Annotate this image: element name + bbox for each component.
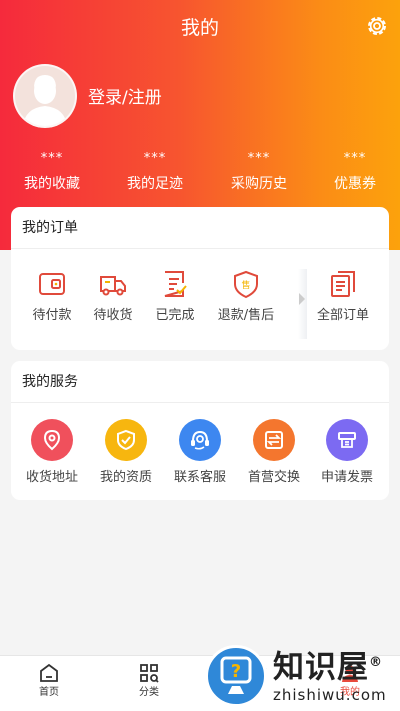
service-label: 申请发票 xyxy=(320,470,373,485)
exchange-icon xyxy=(253,419,295,461)
services-card: 我的服务 收货地址 我的资质 联系客服 首营交换 申请发票 xyxy=(11,361,389,500)
order-completed[interactable]: 已完成 xyxy=(145,269,205,324)
shield-after-sale-icon: 售 xyxy=(234,270,258,299)
shield-check-icon xyxy=(105,419,147,461)
service-first-exchange[interactable]: 首营交换 xyxy=(234,419,314,486)
service-apply-invoice[interactable]: 申请发票 xyxy=(307,419,387,486)
tab-label: 分类 xyxy=(139,687,159,698)
order-label: 退款/售后 xyxy=(217,308,275,323)
checklist-icon xyxy=(164,271,187,297)
service-label: 首营交换 xyxy=(247,470,300,485)
stat-purchase-history[interactable]: *** 采购历史 xyxy=(209,152,309,194)
avatar[interactable] xyxy=(13,64,77,128)
watermark-url: zhishiwu.com xyxy=(273,686,387,704)
order-pending-payment[interactable]: 待付款 xyxy=(22,269,82,324)
all-orders-label: 全部订单 xyxy=(316,308,369,323)
services-title: 我的服务 xyxy=(11,361,389,403)
service-label: 联系客服 xyxy=(173,470,226,485)
tab-home[interactable]: 首页 xyxy=(19,662,79,699)
orders-card: 我的订单 待付款 待收货 已完成 售 退款/售后 全部订单 xyxy=(11,207,389,350)
stat-favorites[interactable]: *** 我的收藏 xyxy=(2,152,102,194)
default-avatar-icon xyxy=(23,75,67,126)
page-title: 我的 xyxy=(180,17,219,39)
invoice-icon xyxy=(326,419,368,461)
stat-value: *** xyxy=(343,151,367,166)
service-label: 收货地址 xyxy=(25,470,78,485)
login-register-link[interactable]: 登录/注册 xyxy=(88,88,162,108)
stat-coupons[interactable]: *** 优惠券 xyxy=(305,152,400,194)
service-qualifications[interactable]: 我的资质 xyxy=(86,419,166,486)
all-orders-button[interactable]: 全部订单 xyxy=(313,269,373,324)
order-label: 已完成 xyxy=(155,308,195,323)
stat-value: *** xyxy=(143,151,167,166)
watermark-title: 知识屋® xyxy=(273,649,383,686)
location-pin-icon xyxy=(31,419,73,461)
watermark-logo: ? xyxy=(205,645,267,707)
stat-label: 我的足迹 xyxy=(127,176,183,192)
category-grid-icon xyxy=(140,664,159,683)
tab-category[interactable]: 分类 xyxy=(119,662,179,699)
truck-icon xyxy=(100,276,126,296)
stat-footprints[interactable]: *** 我的足迹 xyxy=(105,152,205,194)
stat-value: *** xyxy=(247,151,271,166)
service-shipping-address[interactable]: 收货地址 xyxy=(12,419,92,486)
order-label: 待收货 xyxy=(93,308,133,323)
svg-text:?: ? xyxy=(231,661,241,682)
watermark: ? 知识屋® zhishiwu.com xyxy=(200,642,400,711)
stat-label: 采购历史 xyxy=(231,176,287,192)
order-pending-delivery[interactable]: 待收货 xyxy=(83,269,143,324)
order-label: 待付款 xyxy=(32,308,72,323)
headset-icon xyxy=(179,419,221,461)
orders-title: 我的订单 xyxy=(11,207,389,249)
service-label: 我的资质 xyxy=(99,470,152,485)
settings-gear-icon[interactable] xyxy=(365,14,389,38)
stat-label: 优惠券 xyxy=(334,176,376,192)
service-customer-support[interactable]: 联系客服 xyxy=(160,419,240,486)
stat-value: *** xyxy=(40,151,64,166)
stat-label: 我的收藏 xyxy=(24,176,80,192)
svg-text:售: 售 xyxy=(241,279,250,291)
order-refund-aftersale[interactable]: 售 退款/售后 xyxy=(216,269,276,324)
home-icon xyxy=(40,663,58,682)
wallet-icon xyxy=(39,273,65,295)
chevron-right-icon xyxy=(299,293,305,305)
tab-label: 首页 xyxy=(39,687,59,698)
order-list-icon xyxy=(331,271,355,297)
